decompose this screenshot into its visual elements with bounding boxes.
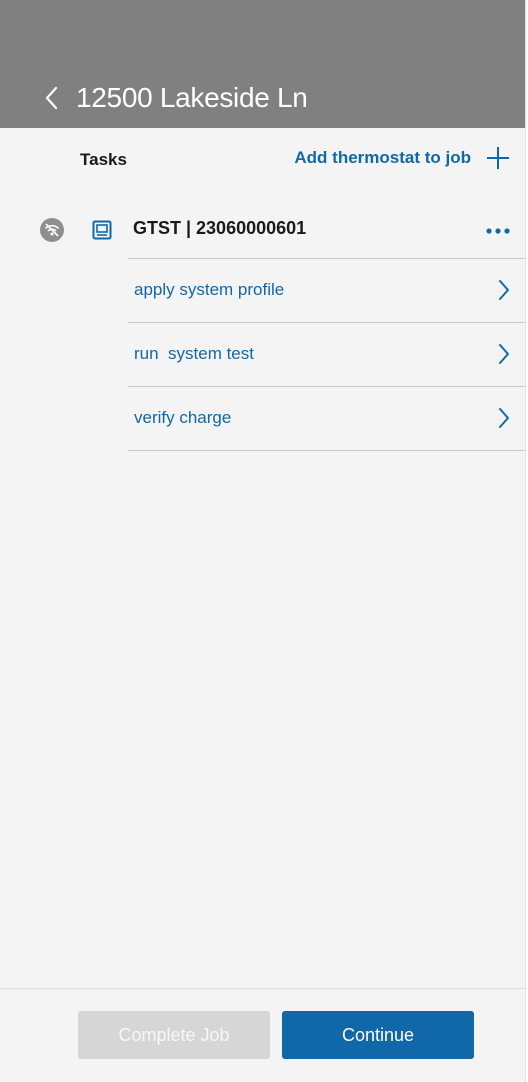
- thermostat-icon: [92, 220, 112, 240]
- task-label: apply system profile: [134, 280, 285, 299]
- task-item-run-system-test[interactable]: run system test: [128, 323, 525, 387]
- complete-job-button[interactable]: Complete Job: [78, 1011, 270, 1059]
- chevron-right-icon: [499, 344, 509, 364]
- task-label: verify charge: [134, 408, 232, 427]
- more-horizontal-icon[interactable]: [485, 224, 511, 238]
- chevron-right-icon: [499, 280, 509, 300]
- footer-actions: Complete Job Continue: [0, 988, 525, 1082]
- device-row: GTST | 23060000601: [0, 205, 525, 255]
- chevron-right-icon: [499, 408, 509, 428]
- wifi-off-icon: [40, 218, 64, 242]
- plus-icon: [487, 147, 509, 169]
- header-bar: 12500 Lakeside Ln: [0, 0, 525, 128]
- continue-button[interactable]: Continue: [282, 1011, 474, 1059]
- task-list: apply system profile run system test ver…: [128, 258, 525, 451]
- device-name: GTST | 23060000601: [133, 218, 307, 238]
- add-thermostat-button[interactable]: Add thermostat to job: [294, 145, 511, 171]
- task-item-apply-system-profile[interactable]: apply system profile: [128, 259, 525, 323]
- app-screen: 12500 Lakeside Ln Tasks Add thermostat t…: [0, 0, 526, 1082]
- tasks-heading: Tasks: [80, 150, 127, 169]
- add-thermostat-label: Add thermostat to job: [294, 148, 471, 167]
- task-item-verify-charge[interactable]: verify charge: [128, 387, 525, 451]
- chevron-left-icon[interactable]: [42, 84, 62, 112]
- page-title: 12500 Lakeside Ln: [76, 82, 308, 113]
- task-label: run system test: [134, 344, 254, 363]
